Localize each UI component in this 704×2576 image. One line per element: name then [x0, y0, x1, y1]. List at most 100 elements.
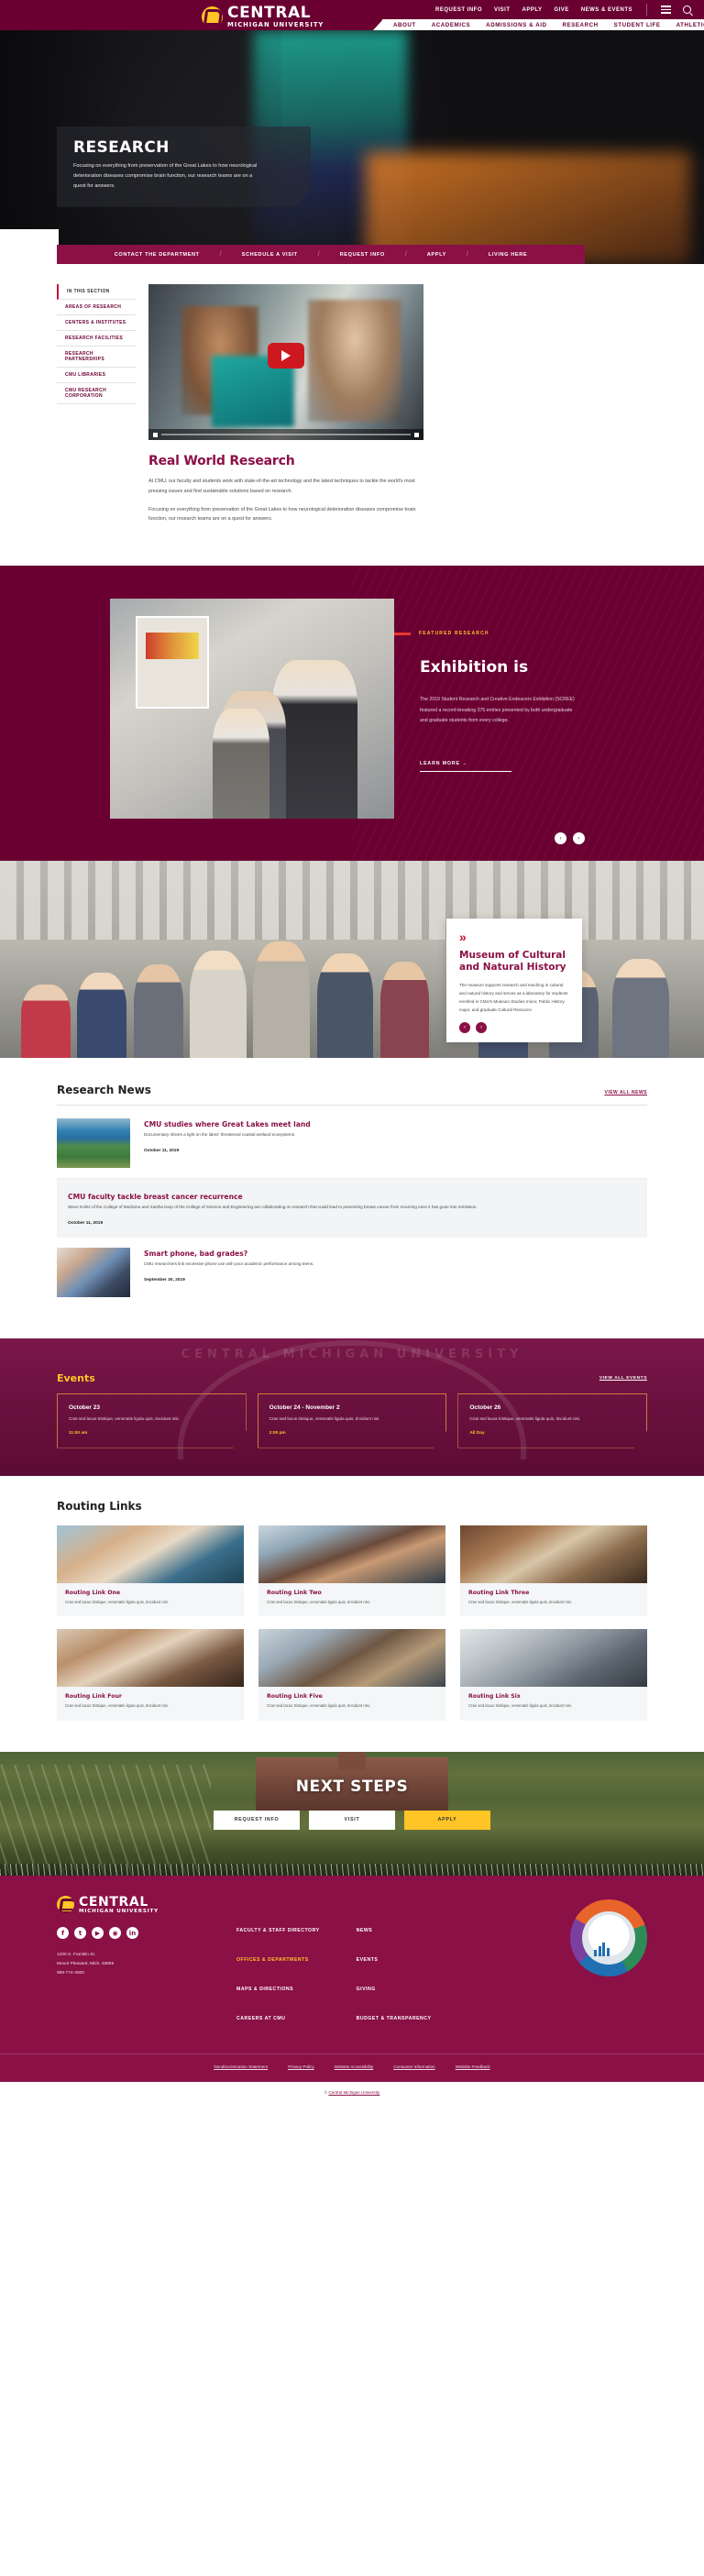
twitter-icon[interactable]: t [74, 1927, 86, 1940]
sidebar-item-areas-of-research[interactable]: AREAS OF RESEARCH [57, 300, 136, 315]
news-title[interactable]: CMU studies where Great Lakes meet land [144, 1120, 647, 1128]
news-thumbnail [57, 1248, 130, 1298]
carousel-prev-icon[interactable]: ‹ [555, 832, 566, 845]
news-thumbnail [57, 1118, 130, 1169]
nav-item-student-life[interactable]: STUDENT LIFE [614, 22, 661, 28]
action-contact-department[interactable]: CONTACT THE DEPARTMENT [94, 252, 220, 258]
routing-card[interactable]: Routing Link Six Cras sed lacus tristiqu… [460, 1629, 647, 1721]
routing-card-title[interactable]: Routing Link One [65, 1590, 236, 1596]
news-title[interactable]: CMU faculty tackle breast cancer recurre… [68, 1193, 636, 1201]
news-item[interactable]: CMU studies where Great Lakes meet land … [57, 1108, 647, 1180]
footer-link-offices-departments[interactable]: OFFICES & DEPARTMENTS [236, 1957, 309, 1963]
routing-card[interactable]: Routing Link One Cras sed lacus tristiqu… [57, 1525, 244, 1617]
legal-link-website-accessibility[interactable]: Website Accessibility [335, 2064, 374, 2069]
instagram-icon[interactable]: ◉ [109, 1927, 121, 1940]
nav-item-academics[interactable]: ACADEMICS [432, 22, 470, 28]
nav-item-about[interactable]: ABOUT [393, 22, 416, 28]
museum-info-card: » Museum of Cultural and Natural History… [446, 919, 582, 1043]
facebook-icon[interactable]: f [57, 1927, 69, 1940]
copyright-link[interactable]: Central Michigan University [328, 2090, 380, 2095]
event-card[interactable]: October 26 Cras sed lacus tristique, ven… [457, 1393, 648, 1448]
routing-card[interactable]: Routing Link Five Cras sed lacus tristiq… [258, 1629, 446, 1721]
sidebar-item-cmu-research-corporation[interactable]: CMU RESEARCH CORPORATION [57, 383, 136, 404]
routing-card[interactable]: Routing Link Three Cras sed lacus tristi… [460, 1525, 647, 1617]
footer-link-careers-at-cmu[interactable]: CAREERS AT CMU [236, 2016, 285, 2021]
news-title[interactable]: Smart phone, bad grades? [144, 1249, 647, 1258]
legal-link-privacy-policy[interactable]: Privacy Policy [288, 2064, 314, 2069]
utility-link-apply[interactable]: APPLY [522, 7, 543, 13]
routing-card-title[interactable]: Routing Link Three [468, 1590, 639, 1596]
routing-card-text: Routing Link Six Cras sed lacus tristiqu… [460, 1687, 647, 1720]
routing-card[interactable]: Routing Link Two Cras sed lacus tristiqu… [258, 1525, 446, 1617]
nav-item-research[interactable]: RESEARCH [563, 22, 599, 28]
footer-link-giving[interactable]: GIVING [357, 1987, 376, 1992]
news-header: Research News VIEW ALL NEWS [57, 1084, 647, 1106]
events-header: Events VIEW ALL EVENTS [57, 1338, 647, 1384]
next-steps-heading: NEXT STEPS [295, 1777, 409, 1796]
footer-link-budget-transparency[interactable]: BUDGET & TRANSPARENCY [357, 2016, 432, 2021]
main-nav: ABOUT ACADEMICS ADMISSIONS & AID RESEARC… [373, 19, 704, 30]
sidebar-item-cmu-libraries[interactable]: CMU LIBRARIES [57, 368, 136, 383]
sidebar-item-research-facilities[interactable]: RESEARCH FACILITIES [57, 331, 136, 347]
event-card[interactable]: October 24 - November 2 Cras sed lacus t… [257, 1393, 447, 1448]
video-controls[interactable] [148, 429, 424, 440]
routing-card-title[interactable]: Routing Link Two [267, 1590, 437, 1596]
footer-link-maps-directions[interactable]: MAPS & DIRECTIONS [236, 1987, 293, 1992]
utility-link-give[interactable]: GIVE [554, 7, 568, 13]
visit-button[interactable]: VISIT [309, 1810, 395, 1830]
footer-link-news[interactable]: NEWS [357, 1928, 373, 1933]
routing-card-title[interactable]: Routing Link Six [468, 1693, 639, 1700]
carousel-next-icon[interactable]: › [573, 832, 585, 845]
action-request-info[interactable]: REQUEST INFO [320, 252, 405, 258]
action-apply[interactable]: APPLY [407, 252, 467, 258]
search-icon[interactable] [683, 6, 691, 14]
utility-link-news-events[interactable]: NEWS & EVENTS [581, 7, 632, 13]
routing-card-title[interactable]: Routing Link Five [267, 1693, 437, 1700]
footer-inner: CENTRAL MICHIGAN UNIVERSITY f t ▶ ◉ in 1… [0, 1896, 704, 2037]
youtube-icon[interactable]: ▶ [92, 1927, 104, 1940]
apply-button[interactable]: APPLY [404, 1810, 490, 1830]
nav-item-admissions-aid[interactable]: ADMISSIONS & AID [486, 22, 546, 28]
action-living-here[interactable]: LIVING HERE [468, 252, 547, 258]
view-all-events-link[interactable]: VIEW ALL EVENTS [600, 1376, 647, 1381]
video-progress-bar[interactable] [161, 434, 411, 435]
utility-link-visit[interactable]: VISIT [494, 7, 511, 13]
nav-item-athletics[interactable]: ATHLETICS [676, 22, 704, 28]
request-info-button[interactable]: REQUEST INFO [214, 1810, 300, 1830]
legal-link-nondiscrimination[interactable]: Nondiscrimination Statement [214, 2064, 268, 2069]
footer-link-events[interactable]: EVENTS [357, 1957, 379, 1963]
events-row: October 23 Cras sed lacus tristique, ven… [57, 1393, 648, 1448]
video-fullscreen-icon[interactable] [414, 432, 419, 437]
site-logo[interactable]: CENTRAL MICHIGAN UNIVERSITY [202, 6, 324, 28]
featured-learn-more-link[interactable]: LEARN MORE → [420, 761, 512, 772]
museum-prev-icon[interactable]: ‹ [459, 1022, 470, 1034]
sidebar-item-centers-institutes[interactable]: CENTERS & INSTITUTES [57, 315, 136, 331]
footer-link-faculty-staff-directory[interactable]: FACULTY & STAFF DIRECTORY [236, 1928, 320, 1933]
transparency-reporting-seal-icon[interactable] [570, 1899, 647, 1976]
list-item: OFFICES & DEPARTMENTS [236, 1949, 320, 1965]
news-description: Documentary shines a light on the lakes'… [144, 1132, 296, 1138]
hamburger-icon[interactable] [661, 4, 671, 16]
view-all-news-link[interactable]: VIEW ALL NEWS [605, 1090, 648, 1095]
featured-research-section: FEATURED RESEARCH Exhibition is The 2019… [0, 566, 704, 862]
event-card[interactable]: October 23 Cras sed lacus tristique, ven… [57, 1393, 247, 1448]
news-item[interactable]: CMU faculty tackle breast cancer recurre… [57, 1179, 647, 1238]
play-button-icon[interactable] [268, 343, 304, 369]
news-item[interactable]: Smart phone, bad grades? CMU researchers… [57, 1238, 647, 1307]
museum-next-icon[interactable]: › [476, 1022, 487, 1034]
legal-link-consumer-information[interactable]: Consumer Information [393, 2064, 434, 2069]
routing-card-image [460, 1629, 647, 1688]
legal-link-website-feedback[interactable]: Website Feedback [456, 2064, 490, 2069]
video-play-icon[interactable] [153, 432, 158, 437]
linkedin-icon[interactable]: in [126, 1927, 138, 1940]
sidebar-item-in-this-section[interactable]: IN THIS SECTION [57, 284, 136, 300]
routing-card-title[interactable]: Routing Link Four [65, 1693, 236, 1700]
utility-link-request-info[interactable]: REQUEST INFO [435, 7, 482, 13]
footer-logo[interactable]: CENTRAL MICHIGAN UNIVERSITY [57, 1896, 213, 1915]
intro-video-player[interactable] [148, 284, 424, 440]
action-schedule-visit[interactable]: SCHEDULE A VISIT [222, 252, 318, 258]
routing-card-image [57, 1525, 244, 1584]
sidebar-item-research-partnerships[interactable]: RESEARCH PARTNERSHIPS [57, 347, 136, 368]
routing-card[interactable]: Routing Link Four Cras sed lacus tristiq… [57, 1629, 244, 1721]
person-figure [316, 952, 374, 1059]
